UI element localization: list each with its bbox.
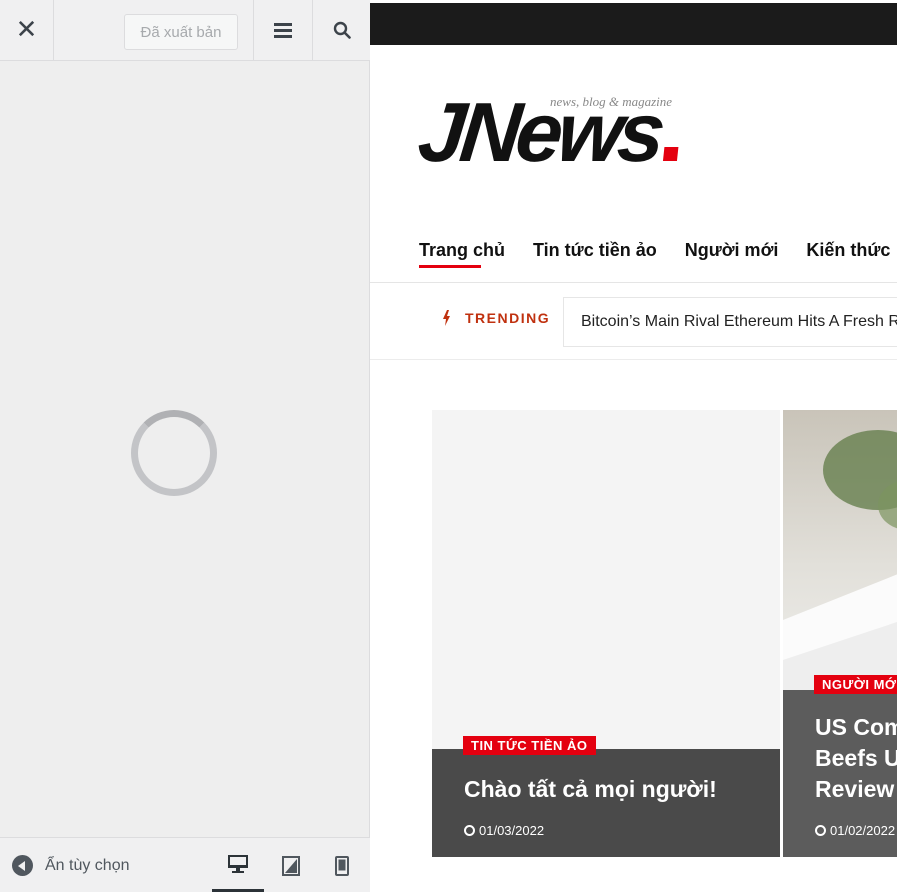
mobile-icon: [335, 855, 349, 876]
desktop-icon: [228, 854, 248, 873]
collapse-label: Ẩn tùy chọn: [45, 856, 130, 874]
trending-bar: TRENDING Bitcoin’s Main Rival Ethereum H…: [370, 282, 897, 360]
trending-text: TRENDING: [465, 310, 551, 326]
clock-icon: [815, 825, 826, 836]
device-mobile-button[interactable]: [316, 838, 368, 892]
post-title[interactable]: Chào tất cả mọi người!: [464, 774, 717, 805]
nav-item-home[interactable]: Trang chủ: [419, 240, 505, 268]
device-tablet-button[interactable]: [265, 838, 317, 892]
search-button[interactable]: [312, 0, 370, 60]
post-date: 01/03/2022: [464, 823, 544, 838]
tablet-icon: [282, 855, 300, 876]
logo-text: JNews: [414, 85, 666, 179]
post-title-line: Beefs Up: [815, 745, 897, 771]
nav-item-newbie[interactable]: Người mới: [685, 240, 779, 261]
category-badge[interactable]: TIN TỨC TIỀN ẢO: [463, 736, 596, 755]
post-date-text: 01/02/2022: [830, 823, 896, 838]
collapse-button[interactable]: Ẩn tùy chọn: [12, 838, 130, 892]
device-desktop-button[interactable]: [212, 838, 264, 892]
close-button[interactable]: ✕: [0, 0, 54, 60]
main-nav: Trang chủ Tin tức tiền ảo Người mới Kiến…: [419, 240, 890, 268]
top-bar: [370, 3, 897, 45]
nav-item-knowledge[interactable]: Kiến thức: [806, 240, 890, 261]
sidebar-header: ✕ Đã xuất bản: [0, 0, 370, 61]
close-icon: ✕: [15, 15, 38, 45]
post-card[interactable]: TIN TỨC TIỀN ẢO Chào tất cả mọi người! 0…: [432, 410, 780, 857]
post-date-text: 01/03/2022: [479, 823, 545, 838]
app-root: ✕ Đã xuất bản Ẩn tùy chọn news, blog & m…: [0, 0, 897, 892]
category-badge[interactable]: NGƯỜI MỚ: [814, 675, 897, 694]
sidebar-footer: Ẩn tùy chọn: [0, 837, 370, 892]
trending-headline[interactable]: Bitcoin’s Main Rival Ethereum Hits A Fre…: [563, 297, 897, 347]
nav-item-crypto-news[interactable]: Tin tức tiền ảo: [533, 240, 657, 261]
collapse-icon: [12, 855, 33, 876]
site-preview: news, blog & magazine JNews Trang chủ Ti…: [370, 0, 897, 892]
post-date: 01/02/2022: [815, 823, 895, 838]
trending-label: TRENDING: [442, 310, 550, 326]
post-card[interactable]: NGƯỜI MỚ US Com Beefs Up Review 01/02/20…: [783, 410, 897, 857]
customizer-sidebar: ✕ Đã xuất bản Ẩn tùy chọn: [0, 0, 370, 892]
site-logo[interactable]: JNews: [414, 85, 684, 179]
bolt-icon: [443, 310, 450, 326]
menu-icon: [274, 23, 292, 38]
post-title[interactable]: US Com Beefs Up Review: [815, 712, 897, 805]
menu-button[interactable]: [253, 0, 312, 60]
post-title-line: US Com: [815, 714, 897, 740]
spinner-icon: [131, 410, 217, 496]
clock-icon: [464, 825, 475, 836]
search-icon: [333, 21, 351, 39]
post-title-line: Review: [815, 776, 895, 802]
logo-dot: [663, 147, 679, 161]
publish-button[interactable]: Đã xuất bản: [124, 14, 238, 50]
